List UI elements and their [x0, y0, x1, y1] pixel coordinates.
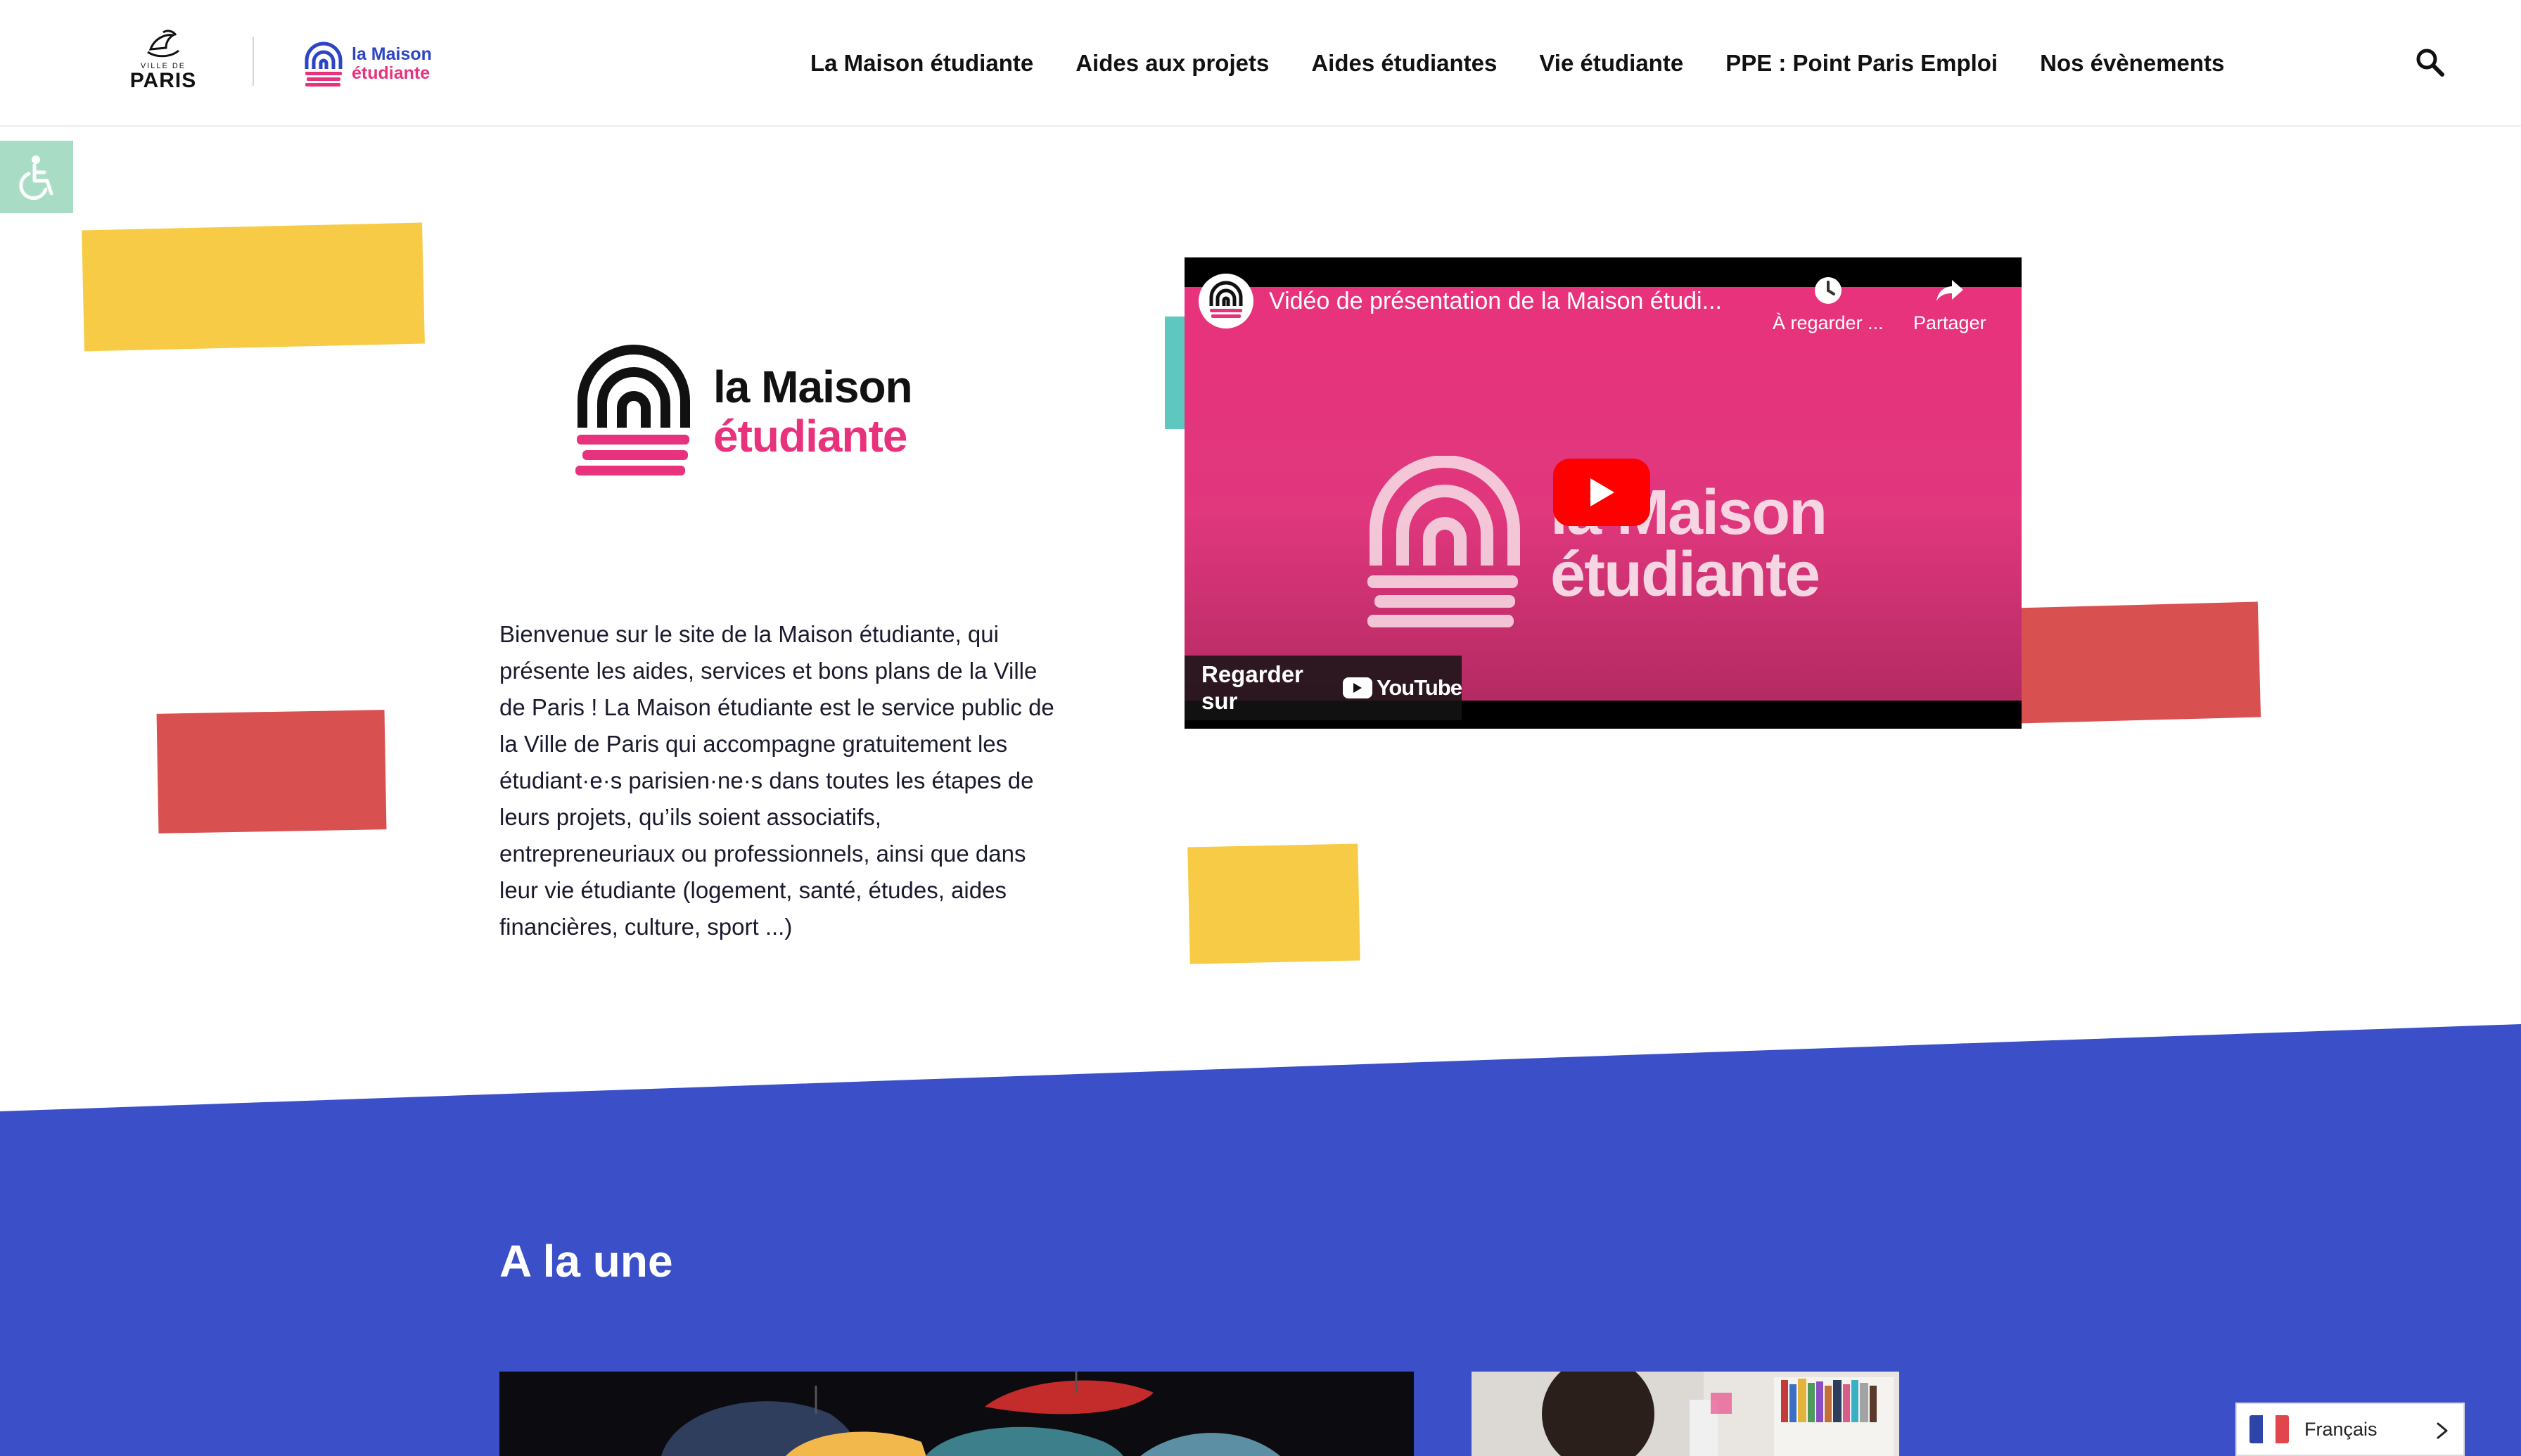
main-nav: La Maison étudiante Aides aux projets Ai… [810, 42, 2224, 84]
chevron-right-icon [2437, 1422, 2448, 1439]
maison-etudiante-mark-icon [1367, 456, 1520, 627]
share-label: Partager [1913, 312, 1986, 333]
youtube-wordmark: YouTube [1377, 675, 1462, 700]
play-button[interactable] [1553, 459, 1650, 526]
ville-de-paris-logo[interactable]: VILLE DE PARIS [127, 28, 200, 98]
hero-logo-line1: la Maison [713, 362, 913, 412]
nav-item-vie-etudiante[interactable]: Vie étudiante [1539, 50, 1683, 77]
youtube-video-embed[interactable]: la Maison étudiante Vidéo de présentatio… [1185, 257, 2022, 729]
section-title-a-la-une: A la une [499, 1236, 673, 1286]
watch-later-label: À regarder ... [1773, 312, 1884, 333]
maison-etudiante-header-logo[interactable]: la Maison étudiante [302, 39, 432, 89]
wheelchair-icon [19, 155, 53, 200]
decorative-red-rect [2014, 601, 2261, 724]
video-logo-line2: étudiante [1550, 539, 1820, 610]
video-title[interactable]: Vidéo de présentation de la Maison étudi… [1269, 288, 1722, 315]
nav-item-aides-aux-projets[interactable]: Aides aux projets [1076, 50, 1269, 77]
maison-etudiante-mark-icon [1209, 281, 1243, 318]
watch-on-label: Regarder sur [1201, 661, 1303, 714]
maison-etudiante-hero-logo: la Maison étudiante [575, 345, 948, 478]
clock-icon [1814, 277, 1842, 304]
french-flag-icon [2249, 1415, 2289, 1443]
search-icon[interactable] [2414, 46, 2445, 77]
youtube-play-icon [1343, 677, 1372, 698]
accessibility-button[interactable] [0, 141, 73, 213]
language-label: Français [2304, 1418, 2378, 1440]
decorative-yellow-rect [82, 222, 425, 352]
video-title-bar: Vidéo de présentation de la Maison étudi… [1199, 274, 1722, 328]
maison-etudiante-mark-icon [305, 41, 343, 87]
watch-on-youtube-button[interactable]: Regarder sur YouTube [1185, 656, 1462, 720]
nav-item-aides-etudiantes[interactable]: Aides étudiantes [1311, 50, 1497, 77]
news-card-image[interactable] [499, 1372, 1414, 1456]
umbrellas-image [499, 1372, 1414, 1456]
play-icon [1590, 478, 1614, 506]
youtube-logo: YouTube [1343, 675, 1462, 701]
nav-item-maison-etudiante[interactable]: La Maison étudiante [810, 50, 1033, 77]
header-logo-line2: étudiante [352, 63, 430, 83]
hero-logo-line2: étudiante [713, 411, 907, 461]
share-button[interactable]: Partager [1913, 274, 1986, 334]
paris-ship-icon [147, 30, 179, 58]
language-selector[interactable]: Français [2235, 1403, 2465, 1456]
nav-item-evenements[interactable]: Nos évènements [2040, 50, 2224, 77]
watch-later-button[interactable]: À regarder ... [1773, 274, 1884, 334]
maison-etudiante-mark-icon [575, 345, 690, 475]
logo-divider [253, 37, 254, 86]
channel-avatar[interactable] [1199, 274, 1253, 328]
nav-item-ppe[interactable]: PPE : Point Paris Emploi [1725, 50, 1998, 77]
decorative-yellow-rect [1187, 843, 1360, 964]
news-card-image[interactable] [1472, 1372, 1899, 1456]
share-arrow-icon [1936, 280, 1963, 301]
decorative-red-rect [156, 710, 387, 834]
site-header: VILLE DE PARIS la Maison étudiante La Ma… [0, 0, 2521, 127]
student-photo-image [1472, 1372, 1899, 1456]
paris-label: PARIS [129, 69, 197, 92]
intro-paragraph: Bienvenue sur le site de la Maison étudi… [499, 621, 1054, 940]
header-logo-line1: la Maison [352, 44, 432, 64]
